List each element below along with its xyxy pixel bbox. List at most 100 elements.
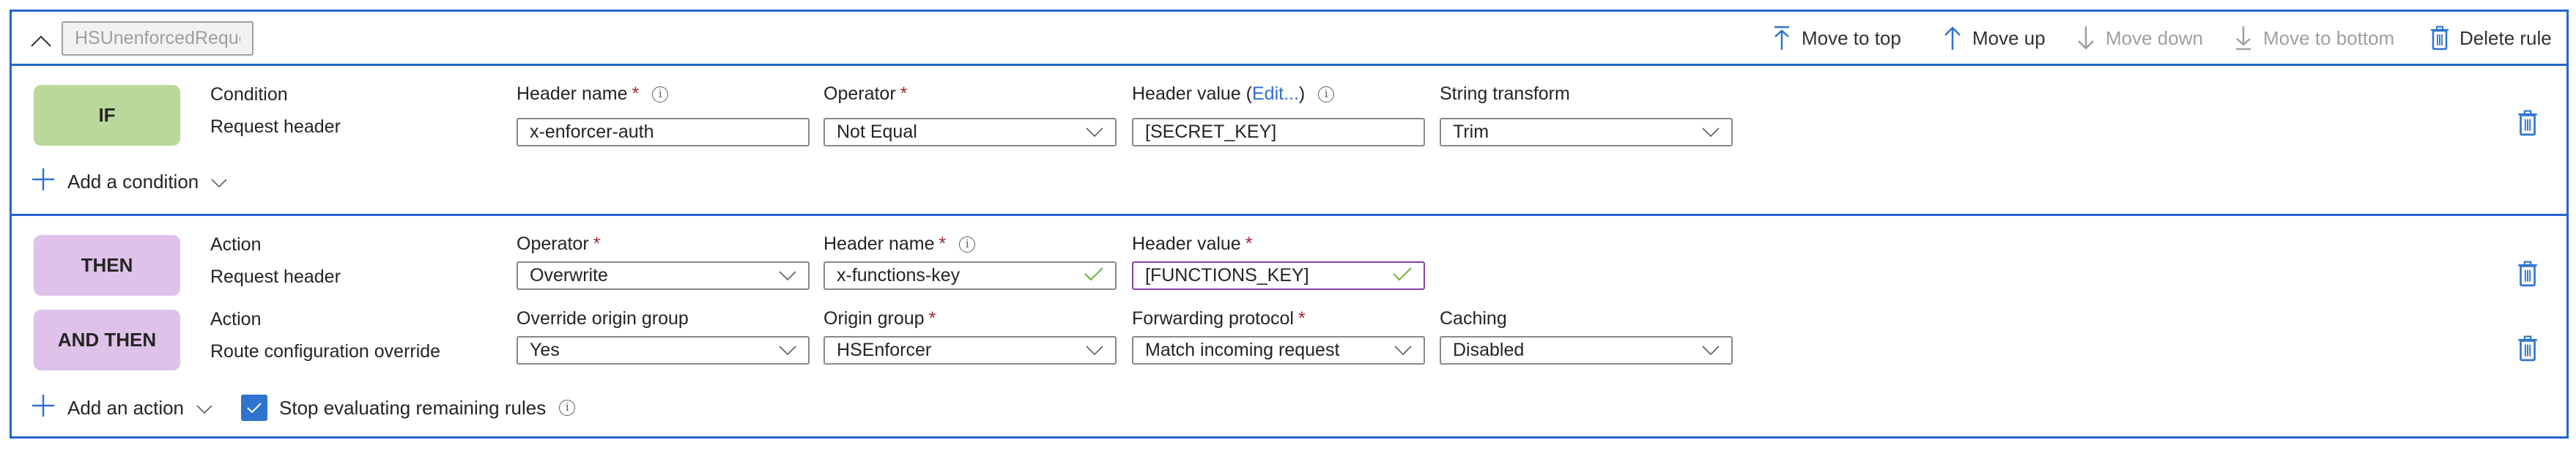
move-down-label: Move down [2106,26,2203,49]
chevron-down-icon [1086,346,1103,356]
then-badge: THEN [34,235,180,296]
chevron-down-icon [1702,346,1720,356]
action-1-header-name-label: Header name * i [823,234,976,255]
stop-evaluating-checkbox[interactable] [241,395,267,421]
field-value: Yes [530,340,560,360]
move-up-button[interactable]: Move up [1943,22,2046,54]
required-asterisk: * [1298,308,1306,329]
and-then-badge-label: AND THEN [57,329,157,351]
condition-kind-value: Request header [210,116,341,137]
label-text: Override origin group [517,308,689,329]
move-to-top-icon [1774,26,1789,50]
action-2-kind: Action Route configuration override [210,308,440,362]
move-to-bottom-label: Move to bottom [2263,26,2395,49]
action-2-caching-select[interactable]: Disabled [1440,336,1733,365]
edit-link[interactable]: Edit... [1252,83,1299,105]
action-2-origin-group-select[interactable]: HSEnforcer [823,336,1117,365]
plus-icon [32,168,54,190]
action-2-kind-label: Action [210,309,262,329]
label-text: Operator [823,83,896,104]
condition-header-value-input[interactable]: [SECRET_KEY] [1132,118,1425,146]
stop-evaluating-label-row: Stop evaluating remaining rules i [279,394,576,422]
trash-icon [2431,26,2449,51]
condition-operator-label: Operator * [823,83,907,105]
action-2-forwarding-protocol-select[interactable]: Match incoming request [1132,336,1425,365]
condition-header-name-input[interactable]: x-enforcer-auth [517,118,810,146]
delete-action-1-trash-icon[interactable] [2517,261,2539,287]
if-badge: IF [34,85,180,146]
move-to-top-label: Move to top [1802,26,1901,49]
required-asterisk: * [1245,234,1253,254]
action-2-kind-value: Route configuration override [210,341,441,362]
action-1-kind: Action Request header [210,234,341,288]
required-asterisk: * [900,83,908,104]
action-1-header-value-input[interactable]: [FUNCTIONS_KEY] [1132,261,1425,290]
action-1-header-name-input[interactable]: x-functions-key [823,261,1117,290]
header-divider [12,64,2566,66]
delete-action-2-trash-icon[interactable] [2517,335,2539,362]
action-2-override-origin-group-select[interactable]: Yes [517,336,810,365]
action-1-operator-select[interactable]: Overwrite [517,261,810,290]
add-action-button[interactable]: Add an action [32,394,212,422]
stop-evaluating-label: Stop evaluating remaining rules [279,396,547,419]
label-text: Caching [1440,308,1507,329]
action-1-header-value-label: Header value * [1132,234,1252,255]
action-1-kind-label: Action [210,234,262,255]
required-asterisk: * [939,234,947,254]
required-asterisk: * [593,234,601,254]
chevron-down-icon [779,346,796,356]
chevron-down-icon [196,405,212,414]
rule-card: Move to top Move up Move down Move to bo… [10,10,2569,439]
condition-string-transform-select[interactable]: Trim [1440,118,1733,146]
chevron-down-icon [1086,127,1103,138]
condition-string-transform-label: String transform [1440,83,1570,105]
chevron-down-icon [779,271,796,281]
plus-icon [32,395,54,417]
rule-name-input[interactable] [62,21,253,56]
label-text: Origin group [823,308,925,329]
action-1-kind-value: Request header [210,266,341,287]
condition-header-value-label: Header value (Edit...) i [1132,83,1335,105]
field-value: [SECRET_KEY] [1145,122,1277,142]
add-condition-button[interactable]: Add a condition [32,168,227,196]
required-asterisk: * [632,83,640,104]
chevron-up-icon [31,35,51,47]
action-2-origin-group-label: Origin group * [823,308,936,329]
label-text: Operator [517,234,589,254]
info-icon[interactable]: i [1318,86,1335,102]
chevron-down-icon [1394,346,1412,356]
add-condition-label: Add a condition [67,171,199,193]
field-value: HSEnforcer [837,340,932,360]
move-up-label: Move up [1972,26,2046,49]
field-value: Overwrite [530,265,608,286]
label-text: String transform [1440,83,1570,104]
move-down-button[interactable]: Move down [2076,22,2203,54]
action-2-forwarding-protocol-label: Forwarding protocol * [1132,308,1306,329]
info-icon[interactable]: i [652,86,669,102]
info-icon[interactable]: i [959,236,976,253]
condition-header-name-label: Header name * i [517,83,669,105]
label-text: Header value [1132,83,1241,104]
then-badge-label: THEN [81,254,133,276]
paren-open: ( [1246,83,1252,104]
field-value: Disabled [1453,340,1525,360]
move-to-top-button[interactable]: Move to top [1772,22,1901,54]
label-text: Header name [517,83,628,104]
and-then-badge: AND THEN [34,310,180,370]
checkmark-valid-icon [1084,267,1103,281]
move-to-bottom-button[interactable]: Move to bottom [2234,22,2394,54]
checkmark-valid-icon [1393,267,1412,281]
field-value: Trim [1453,122,1489,142]
label-text: Header value [1132,234,1241,254]
delete-rule-button[interactable]: Delete rule [2430,22,2552,54]
condition-operator-select[interactable]: Not Equal [823,118,1117,146]
field-value: [FUNCTIONS_KEY] [1145,265,1309,286]
collapse-button[interactable] [26,26,56,56]
arrow-up-icon [1944,26,1961,50]
delete-condition-trash-icon[interactable] [2517,110,2539,136]
delete-rule-label: Delete rule [2460,26,2552,49]
condition-kind-label: Condition [210,84,288,105]
label-text: Header name [823,234,935,254]
action-1-operator-label: Operator * [517,234,600,255]
info-icon[interactable]: i [559,400,576,416]
